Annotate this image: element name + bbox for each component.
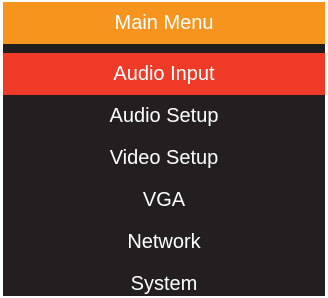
menu-title: Main Menu bbox=[3, 2, 325, 44]
menu-item-audio-input[interactable]: Audio Input bbox=[3, 53, 325, 95]
menu-item-video-setup[interactable]: Video Setup bbox=[3, 138, 325, 179]
main-menu: Main Menu Audio Input Audio Setup Video … bbox=[3, 2, 325, 296]
menu-item-system[interactable]: System bbox=[3, 264, 325, 296]
menu-item-audio-setup[interactable]: Audio Setup bbox=[3, 96, 325, 137]
menu-item-vga[interactable]: VGA bbox=[3, 180, 325, 221]
menu-item-network[interactable]: Network bbox=[3, 222, 325, 263]
menu-list: Audio Input Audio Setup Video Setup VGA … bbox=[3, 53, 325, 296]
